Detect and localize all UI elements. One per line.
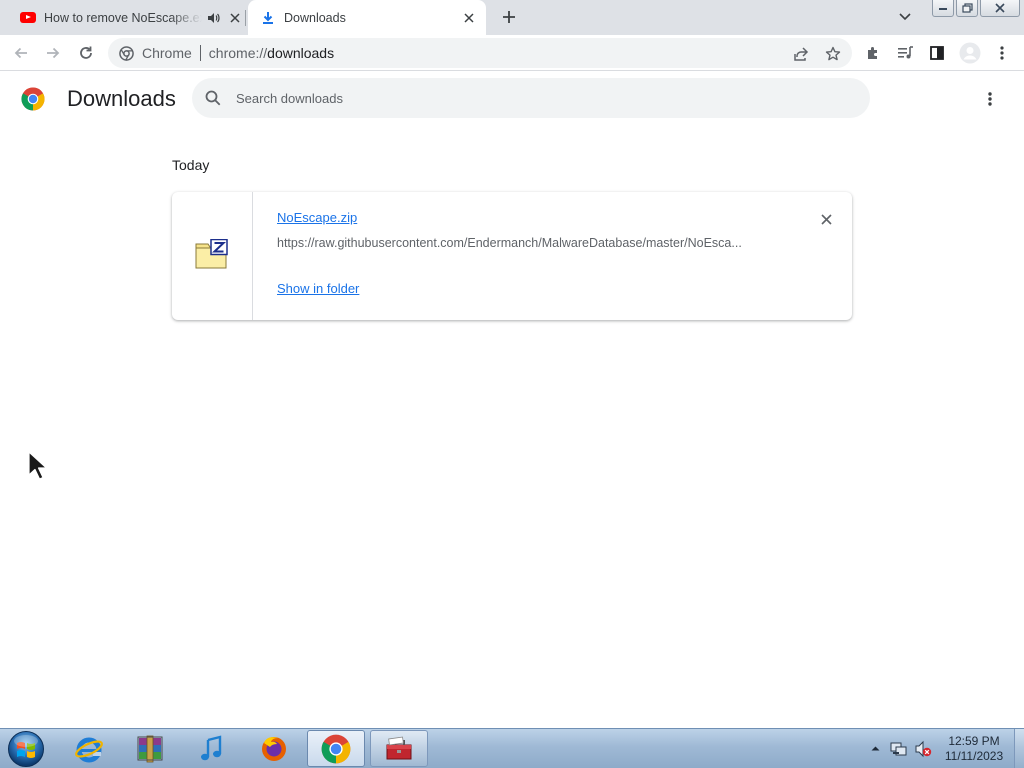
download-source-url: https://raw.githubusercontent.com/Enderm…	[277, 236, 742, 250]
omnibox-divider	[199, 45, 201, 61]
close-tab-icon[interactable]	[224, 7, 246, 29]
search-input[interactable]	[236, 88, 836, 108]
itunes-icon	[201, 734, 222, 760]
start-button-icon[interactable]	[6, 730, 46, 768]
firefox-icon	[262, 736, 286, 761]
network-icon[interactable]	[890, 740, 908, 758]
site-chip-label: Chrome	[142, 45, 192, 61]
show-in-folder-link[interactable]: Show in folder	[277, 281, 359, 296]
downloads-header: Downloads	[0, 72, 1024, 126]
remove-download-icon[interactable]	[816, 209, 836, 229]
tab-title: How to remove NoEscape.exe	[44, 10, 202, 25]
system-clock[interactable]: 12:59 PM 11/11/2023	[938, 734, 1010, 764]
reload-button[interactable]	[73, 40, 99, 66]
page-title: Downloads	[67, 86, 176, 111]
windows-taskbar: 12:59 PM 11/11/2023	[0, 728, 1024, 768]
extensions-puzzle-icon[interactable]	[860, 40, 886, 66]
taskbar-itunes[interactable]	[183, 730, 241, 767]
download-filename-link[interactable]: NoEscape.zip	[277, 210, 357, 225]
share-icon[interactable]	[792, 45, 810, 63]
youtube-icon	[20, 12, 36, 23]
url-host: downloads	[267, 45, 335, 61]
window-controls	[932, 0, 1020, 17]
clock-time: 12:59 PM	[948, 734, 1000, 748]
taskbar-internet-explorer[interactable]	[60, 730, 118, 767]
toolbox-icon	[386, 736, 412, 759]
search-icon	[205, 90, 221, 106]
mouse-cursor-icon	[28, 451, 48, 480]
show-desktop-button[interactable]	[1014, 729, 1024, 768]
tab-youtube[interactable]: How to remove NoEscape.exe	[8, 0, 246, 35]
date-heading: Today	[172, 157, 210, 173]
zip-file-icon	[195, 239, 228, 269]
tab-search-chevron-icon[interactable]	[894, 6, 916, 28]
winrar-icon	[137, 735, 163, 762]
media-controls-icon[interactable]	[892, 40, 918, 66]
browser-toolbar: Chrome chrome:// downloads	[0, 35, 1024, 71]
download-item: NoEscape.zip https://raw.githubuserconte…	[172, 192, 852, 320]
taskbar-toolbox-app[interactable]	[370, 730, 428, 767]
search-downloads-box[interactable]	[192, 78, 870, 118]
taskbar-chrome[interactable]	[307, 730, 365, 767]
tab-strip: How to remove NoEscape.exe Downloads	[0, 0, 1024, 35]
profile-avatar-icon[interactable]	[957, 40, 983, 66]
download-icon	[260, 7, 276, 29]
bookmark-star-icon[interactable]	[824, 45, 842, 63]
download-icon-column	[172, 192, 253, 320]
url-scheme: chrome://	[208, 45, 268, 61]
forward-button[interactable]	[40, 40, 66, 66]
volume-muted-icon[interactable]	[914, 740, 932, 758]
close-tab-icon[interactable]	[458, 7, 480, 29]
taskbar-firefox[interactable]	[245, 730, 303, 767]
taskbar-winrar[interactable]	[121, 730, 179, 767]
browser-menu-icon[interactable]	[989, 40, 1015, 66]
address-bar[interactable]: Chrome chrome:// downloads	[108, 38, 852, 68]
clock-date: 11/11/2023	[944, 749, 1004, 763]
close-window-button[interactable]	[980, 0, 1020, 17]
new-tab-button[interactable]	[498, 6, 520, 28]
back-button[interactable]	[8, 40, 34, 66]
side-panel-icon[interactable]	[924, 40, 950, 66]
chrome-site-icon[interactable]	[118, 45, 134, 61]
tab-separator	[245, 10, 246, 26]
downloads-menu-icon[interactable]	[978, 87, 1002, 111]
speaker-icon[interactable]	[202, 7, 224, 29]
internet-explorer-icon	[75, 737, 103, 762]
chrome-icon	[321, 734, 351, 763]
tab-downloads[interactable]: Downloads	[248, 0, 486, 35]
restore-button[interactable]	[956, 0, 978, 17]
tray-overflow-chevron-icon[interactable]	[868, 741, 882, 755]
chrome-logo-icon	[21, 87, 45, 111]
tab-title: Downloads	[284, 10, 346, 25]
minimize-button[interactable]	[932, 0, 954, 17]
